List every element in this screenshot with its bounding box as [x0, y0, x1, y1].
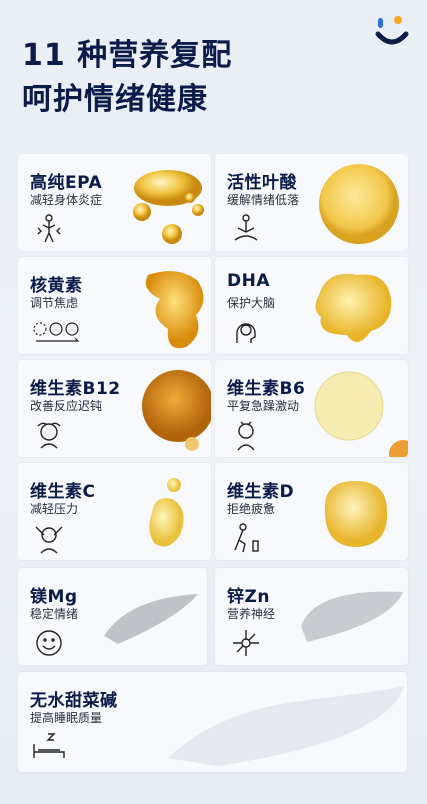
item-desc: 调节焦虑	[30, 296, 79, 310]
amber-disc-image	[142, 370, 211, 451]
oil-drop-image	[315, 273, 392, 343]
yellow-drops-image	[149, 478, 184, 547]
item-name: 维生素D	[227, 482, 295, 502]
item-name: 维生素B6	[227, 379, 306, 399]
card-epa: 高纯EPA 减轻身体炎症	[18, 154, 211, 251]
powder-disc-image	[319, 164, 399, 244]
card-b12: 维生素B12 改善反应迟钝	[18, 360, 211, 457]
stressed-person-icon	[35, 526, 63, 554]
white-powder-image	[168, 686, 404, 766]
title-line-1: 11 种营养复配	[22, 38, 233, 73]
item-name: DHA	[227, 271, 270, 291]
item-name: 高纯EPA	[30, 173, 103, 193]
oil-splash-image	[145, 271, 204, 349]
powder-smear-image	[104, 594, 198, 644]
brain-icon	[236, 323, 256, 343]
card-magnesium: 镁Mg 稳定情绪	[18, 568, 207, 665]
card-dha: DHA 保护大脑	[215, 257, 408, 354]
pale-disc-image	[314, 371, 408, 457]
confused-head-icon	[37, 422, 61, 449]
item-desc: 减轻身体炎症	[30, 193, 103, 207]
item-name: 核黄素	[30, 276, 83, 296]
item-desc: 保护大脑	[227, 296, 276, 310]
title-line-2: 呵护情绪健康	[22, 82, 208, 117]
item-desc: 缓解情绪低落	[227, 193, 300, 207]
card-vitamin-c: 维生素C 减轻压力	[18, 463, 211, 560]
sleep-icon	[33, 733, 65, 758]
item-desc: 减轻压力	[30, 502, 79, 516]
powder-smear-image	[301, 591, 403, 642]
card-folate: 活性叶酸 缓解情绪低落	[215, 154, 408, 251]
item-name: 无水甜菜碱	[30, 691, 118, 711]
item-name: 维生素C	[30, 482, 96, 502]
card-riboflavin: 核黄素 调节焦虑	[18, 257, 211, 354]
card-zinc: 锌Zn 营养神经	[215, 568, 408, 665]
smile-icon	[36, 630, 62, 656]
card-betaine: 无水甜菜碱 提高睡眠质量	[18, 672, 407, 772]
item-desc: 改善反应迟钝	[30, 399, 103, 413]
item-desc: 平复急躁激动	[227, 399, 300, 413]
item-name: 活性叶酸	[227, 173, 297, 193]
item-desc: 拒绝疲惫	[227, 502, 276, 516]
page-title: 11 种营养复配 呵护情绪健康	[22, 34, 232, 122]
item-desc: 稳定情绪	[30, 607, 79, 621]
item-name: 镁Mg	[30, 587, 78, 607]
mood-faces-icon	[33, 322, 80, 342]
oil-drops-image	[133, 170, 204, 244]
item-desc: 营养神经	[227, 607, 276, 621]
neuron-icon	[233, 630, 259, 656]
tired-person-icon	[234, 523, 259, 553]
item-desc: 提高睡眠质量	[30, 711, 103, 725]
golden-drop-image	[324, 481, 388, 547]
pain-body-icon	[37, 214, 61, 243]
card-b6: 维生素B6 平复急躁激动	[215, 360, 408, 457]
item-name: 锌Zn	[227, 587, 270, 607]
card-vitamin-d: 维生素D 拒绝疲惫	[215, 463, 408, 560]
brand-logo-icon	[375, 16, 409, 45]
meditation-icon	[234, 214, 258, 241]
item-name: 维生素B12	[30, 379, 121, 399]
angry-person-icon	[237, 421, 255, 451]
